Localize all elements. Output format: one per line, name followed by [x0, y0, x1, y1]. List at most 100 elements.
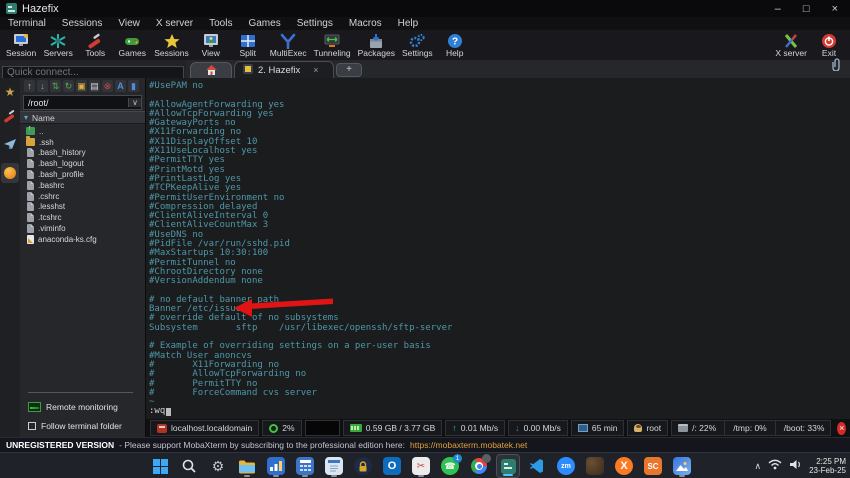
file-row[interactable]: anaconda-ks.cfg: [26, 234, 145, 245]
new-folder-icon[interactable]: ▣: [76, 80, 87, 92]
session-monitor-icon: [12, 33, 30, 49]
vscode-icon: [530, 459, 543, 473]
taskbar-whatsapp[interactable]: ☎ 1: [438, 454, 462, 478]
file-row[interactable]: .bash_profile: [26, 169, 145, 180]
menu-macros[interactable]: Macros: [349, 18, 382, 29]
sidebar-tab-sftp[interactable]: [1, 163, 19, 183]
tray-chevron-up-icon[interactable]: ∧: [754, 461, 761, 472]
sidebar-tab-tools[interactable]: [1, 109, 19, 129]
attach-paperclip-icon[interactable]: [832, 58, 842, 76]
menu-games[interactable]: Games: [248, 18, 280, 29]
follow-terminal-folder-checkbox[interactable]: [28, 422, 36, 430]
session-button[interactable]: Session: [6, 33, 36, 58]
settings-button[interactable]: Settings: [402, 33, 433, 58]
chevron-down-icon[interactable]: ∨: [128, 98, 141, 107]
wifi-icon[interactable]: [768, 457, 782, 475]
menu-tools[interactable]: Tools: [209, 18, 232, 29]
tab-label: 2. Hazefix: [258, 64, 301, 76]
multiexec-button[interactable]: MultiExec: [270, 33, 307, 58]
open-terminal-icon[interactable]: ▮: [128, 80, 139, 92]
view-button[interactable]: View: [196, 33, 226, 58]
close-terminal-button[interactable]: ×: [837, 421, 846, 435]
taskbar-zoom[interactable]: zm: [554, 454, 578, 478]
new-file-icon[interactable]: ▤: [89, 80, 100, 92]
tunneling-button[interactable]: Tunneling: [314, 33, 351, 58]
footer-link[interactable]: https://mobaxterm.mobatek.net: [410, 440, 527, 450]
taskbar-xampp[interactable]: X: [612, 454, 636, 478]
tools-button[interactable]: Tools: [80, 33, 110, 58]
taskbar-search[interactable]: [177, 454, 201, 478]
split-button[interactable]: Split: [233, 33, 263, 58]
rename-icon[interactable]: A: [115, 80, 126, 92]
file-row[interactable]: .bash_logout: [26, 158, 145, 169]
taskbar-calculator[interactable]: [293, 454, 317, 478]
taskbar-settings[interactable]: ⚙: [206, 454, 230, 478]
delete-icon[interactable]: ⊗: [102, 80, 113, 92]
sidebar-tab-sessions[interactable]: ★: [1, 82, 19, 102]
maximize-button[interactable]: □: [803, 3, 810, 15]
close-button[interactable]: ×: [832, 3, 838, 15]
refresh-icon[interactable]: ↻: [63, 80, 74, 92]
file-row[interactable]: .bash_history: [26, 148, 145, 159]
menu-terminal[interactable]: Terminal: [8, 18, 46, 29]
home-tab[interactable]: [190, 62, 232, 78]
host-icon: [157, 423, 167, 433]
file-row[interactable]: ..: [26, 125, 145, 137]
menu-sessions[interactable]: Sessions: [62, 18, 103, 29]
name-column-header[interactable]: ▾ Name: [20, 111, 145, 124]
file-row[interactable]: .lesshst: [26, 202, 145, 213]
taskbar-mobaxterm[interactable]: [496, 454, 520, 478]
divider: [774, 421, 776, 435]
multiexec-y-icon: [279, 33, 297, 49]
xserver-button[interactable]: X server: [775, 33, 807, 58]
folder-icon: [26, 136, 35, 147]
help-button[interactable]: ? Help: [440, 33, 470, 58]
taskbar-system-monitor[interactable]: [264, 454, 288, 478]
packages-button[interactable]: Packages: [358, 33, 395, 58]
parent-folder-icon: [26, 125, 35, 136]
terminal[interactable]: #UsePAM no #AllowAgentForwarding yes #Al…: [145, 78, 850, 419]
menu-view[interactable]: View: [118, 18, 140, 29]
sync-icon[interactable]: ⇅: [50, 80, 61, 92]
file-row[interactable]: .bashrc: [26, 180, 145, 191]
taskbar-vscode[interactable]: [525, 454, 549, 478]
terminal-output: #UsePAM no #AllowAgentForwarding yes #Al…: [149, 81, 453, 408]
file-row[interactable]: .ssh: [26, 136, 145, 148]
taskbar-sc-app[interactable]: SC: [641, 454, 665, 478]
search-icon: [182, 459, 196, 473]
exit-button[interactable]: Exit: [814, 33, 844, 58]
file-row[interactable]: .viminfo: [26, 223, 145, 234]
new-tab-button[interactable]: +: [336, 63, 362, 77]
start-button[interactable]: [148, 454, 172, 478]
speaker-icon[interactable]: [789, 457, 802, 475]
sftp-ball-icon: [4, 167, 16, 179]
tab-close-icon[interactable]: ×: [313, 65, 318, 75]
menu-help[interactable]: Help: [398, 18, 419, 29]
taskbar-game[interactable]: [583, 454, 607, 478]
running-indicator: [302, 475, 308, 477]
menu-xserver[interactable]: X server: [156, 18, 193, 29]
sidebar-tab-macros[interactable]: [1, 136, 19, 156]
minimize-button[interactable]: –: [775, 3, 781, 15]
taskbar-secure-app[interactable]: [351, 454, 375, 478]
sessions-button[interactable]: Sessions: [154, 33, 189, 58]
file-row[interactable]: .cshrc: [26, 191, 145, 202]
upload-icon[interactable]: ↑: [24, 80, 35, 92]
file-row[interactable]: .tcshrc: [26, 212, 145, 223]
servers-button[interactable]: Servers: [43, 33, 73, 58]
taskbar-clock[interactable]: 2:25 PM 23-Feb-25: [809, 457, 846, 475]
upload-segment: ↑ 0.01 Mb/s: [445, 420, 506, 436]
games-button[interactable]: Games: [117, 33, 147, 58]
taskbar-notepad[interactable]: [322, 454, 346, 478]
taskbar-file-explorer[interactable]: [235, 454, 259, 478]
download-icon[interactable]: ↓: [37, 80, 48, 92]
taskbar-chrome[interactable]: [467, 454, 491, 478]
path-dropdown[interactable]: /root/ ∨: [23, 95, 142, 110]
lock-icon: [354, 457, 372, 475]
taskbar-photos[interactable]: [670, 454, 694, 478]
remote-monitoring-button[interactable]: Remote monitoring: [28, 399, 141, 414]
menu-settings[interactable]: Settings: [297, 18, 333, 29]
taskbar-snipping-tool[interactable]: ✂: [409, 454, 433, 478]
taskbar-outlook[interactable]: O: [380, 454, 404, 478]
tab-hazefix[interactable]: 2. Hazefix ×: [234, 61, 334, 78]
